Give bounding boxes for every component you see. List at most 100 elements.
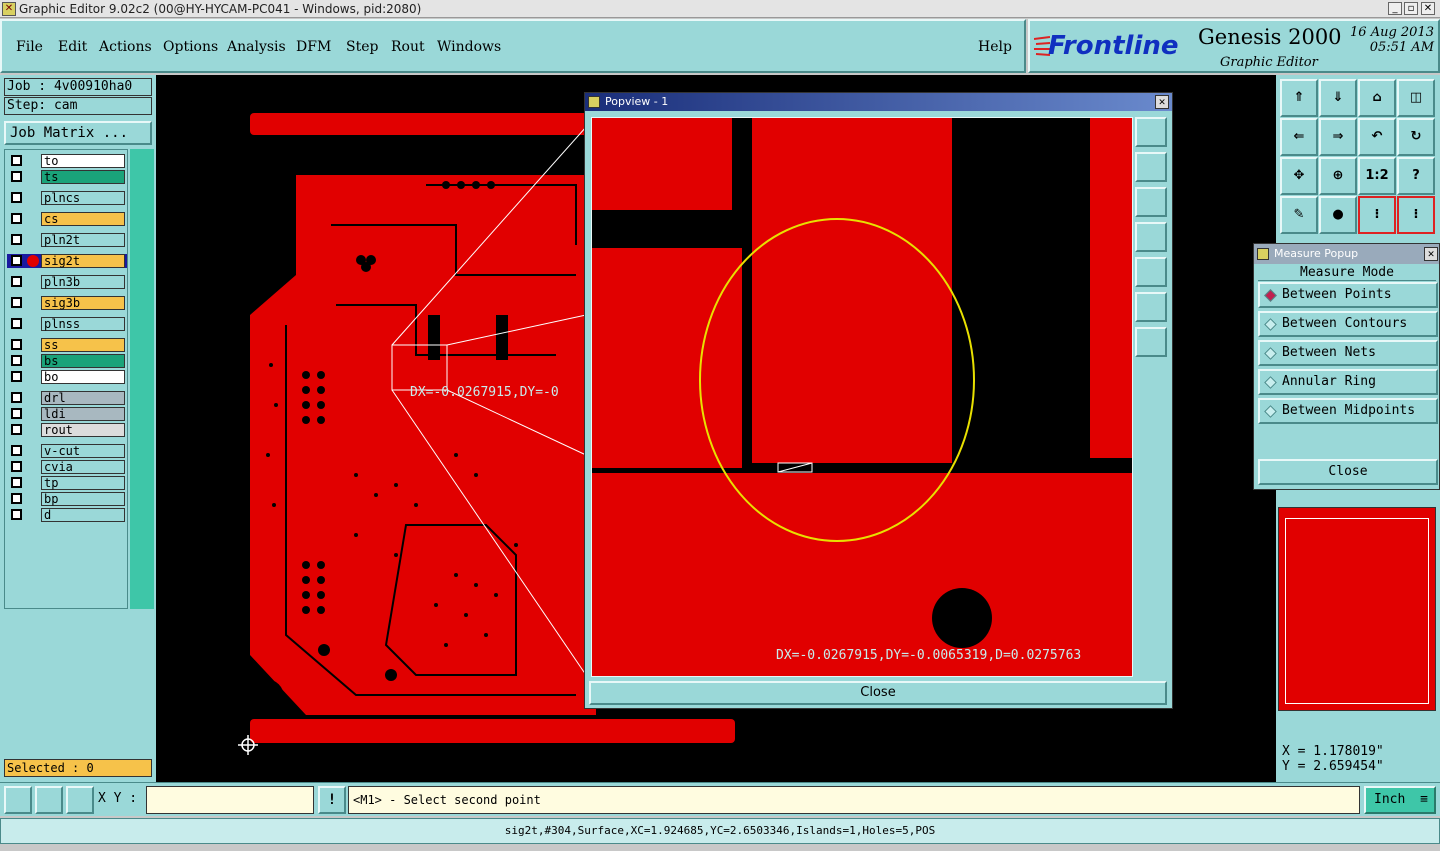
home-down-icon[interactable]: ⇓ — [1319, 79, 1357, 117]
measure-annular-ring[interactable]: Annular Ring — [1258, 369, 1438, 395]
menu-analysis[interactable]: Analysis — [227, 39, 286, 55]
job-matrix-button[interactable]: Job Matrix ... — [4, 121, 152, 145]
layer-row-v-cut[interactable]: v-cut — [7, 444, 127, 458]
layer-checkbox[interactable] — [11, 392, 22, 403]
tools-icon[interactable]: ✎ — [1280, 196, 1318, 234]
measure-close-icon[interactable]: ✕ — [1424, 247, 1438, 261]
measure-between-points[interactable]: Between Points — [1258, 282, 1438, 308]
layer-row-ldi[interactable]: ldi — [7, 407, 127, 421]
layer-row-plnss[interactable]: plnss — [7, 317, 127, 331]
close-icon[interactable]: ✕ — [1421, 2, 1435, 15]
minimize-icon[interactable]: _ — [1388, 2, 1402, 15]
layer-row-pln2t[interactable]: pln2t — [7, 233, 127, 247]
measure-tool-icon[interactable] — [35, 786, 63, 814]
warning-button[interactable]: ! — [318, 786, 346, 814]
popview-tool-zoom-icon[interactable] — [1135, 117, 1167, 147]
layer-name: pln3b — [41, 275, 125, 289]
layer-row-tp[interactable]: tp — [7, 476, 127, 490]
layer-row-bs[interactable]: bs — [7, 354, 127, 368]
menu-edit[interactable]: Edit — [58, 39, 87, 55]
layer-row-drl[interactable]: drl — [7, 391, 127, 405]
layer-scroll-strip[interactable] — [130, 149, 154, 609]
layer-checkbox[interactable] — [11, 408, 22, 419]
layer-row-ss[interactable]: ss — [7, 338, 127, 352]
layer-checkbox[interactable] — [11, 255, 22, 266]
units-select[interactable]: Inch ≡ — [1364, 786, 1436, 814]
layer-checkbox[interactable] — [11, 318, 22, 329]
layer-checkbox[interactable] — [11, 493, 22, 504]
help-button[interactable]: ? — [1397, 157, 1435, 195]
popview-tool-fit-icon[interactable] — [1135, 292, 1167, 322]
window-split-icon[interactable]: ◫ — [1397, 79, 1435, 117]
layer-checkbox[interactable] — [11, 339, 22, 350]
layer-row-cs[interactable]: cs — [7, 212, 127, 226]
layer-row-bp[interactable]: bp — [7, 492, 127, 506]
layer-checkbox[interactable] — [11, 371, 22, 382]
pan-right-icon[interactable]: ⇒ — [1319, 118, 1357, 156]
layers-toggle-icon[interactable]: ⁝ — [1358, 196, 1396, 234]
layer-checkbox[interactable] — [11, 424, 22, 435]
layer-checkbox[interactable] — [11, 297, 22, 308]
layer-checkbox[interactable] — [11, 445, 22, 456]
zoom-center-icon[interactable]: ⊕ — [1319, 157, 1357, 195]
layer-checkbox[interactable] — [11, 234, 22, 245]
overview-minimap[interactable] — [1278, 507, 1436, 711]
zoom-fit-icon[interactable]: ✥ — [1280, 157, 1318, 195]
layer-row-to[interactable]: to — [7, 154, 127, 168]
snap-tool-icon[interactable] — [4, 786, 32, 814]
layer-checkbox[interactable] — [11, 355, 22, 366]
layer-row-cvia[interactable]: cvia — [7, 460, 127, 474]
layer-checkbox[interactable] — [11, 509, 22, 520]
layer-checkbox[interactable] — [11, 171, 22, 182]
menu-windows[interactable]: Windows — [437, 39, 501, 55]
layer-row-sig2t[interactable]: sig2t — [7, 254, 127, 268]
menu-rout[interactable]: Rout — [391, 39, 425, 55]
layer-checkbox[interactable] — [11, 461, 22, 472]
redraw-icon[interactable]: ↻ — [1397, 118, 1435, 156]
menu-step[interactable]: Step — [346, 39, 378, 55]
zoom-ratio-button[interactable]: 1:2 — [1358, 157, 1396, 195]
layer-row-bo[interactable]: bo — [7, 370, 127, 384]
measure-close-button[interactable]: Close — [1258, 459, 1438, 485]
layer-checkbox[interactable] — [11, 155, 22, 166]
menu-help[interactable]: Help — [978, 39, 1012, 55]
layer-row-ts[interactable]: ts — [7, 170, 127, 184]
menu-file[interactable]: File — [16, 39, 43, 55]
layer-row-pln3b[interactable]: pln3b — [7, 275, 127, 289]
home-icon[interactable]: ⌂ — [1358, 79, 1396, 117]
popview-tool-left-icon[interactable] — [1135, 222, 1167, 252]
measure-between-midpoints[interactable]: Between Midpoints — [1258, 398, 1438, 424]
layer-checkbox[interactable] — [11, 213, 22, 224]
home-up-icon[interactable]: ⇑ — [1280, 79, 1318, 117]
menu-options[interactable]: Options — [163, 39, 218, 55]
popview-close-button[interactable]: Close — [589, 681, 1167, 705]
grid-tool-icon[interactable] — [66, 786, 94, 814]
layer-checkbox[interactable] — [11, 276, 22, 287]
layer-row-sig3b[interactable]: sig3b — [7, 296, 127, 310]
popview-tool-up-icon[interactable] — [1135, 152, 1167, 182]
layers-toggle-alt-icon[interactable]: ⁝ — [1397, 196, 1435, 234]
measure-between-nets[interactable]: Between Nets — [1258, 340, 1438, 366]
popview-tool-right-icon[interactable] — [1135, 257, 1167, 287]
pan-left-icon[interactable]: ⇐ — [1280, 118, 1318, 156]
layer-name: drl — [41, 391, 125, 405]
layer-row-d[interactable]: d — [7, 508, 127, 522]
layer-row-plncs[interactable]: plncs — [7, 191, 127, 205]
popview-canvas[interactable]: DX=-0.0267915,DY=-0.0065319,D=0.0275763 — [591, 117, 1133, 677]
popview-tool-down-icon[interactable] — [1135, 187, 1167, 217]
layer-row-rout[interactable]: rout — [7, 423, 127, 437]
layer-checkbox[interactable] — [11, 192, 22, 203]
pad-icon[interactable]: ● — [1319, 196, 1357, 234]
maximize-icon[interactable]: ▫ — [1404, 2, 1418, 15]
popview-tool-center-icon[interactable] — [1135, 327, 1167, 357]
layer-checkbox[interactable] — [11, 477, 22, 488]
popview-close-icon[interactable]: ✕ — [1155, 95, 1169, 109]
measure-popup: Measure Popup ✕ Measure Mode Between Poi… — [1253, 243, 1440, 490]
measure-mode-header: Measure Mode — [1258, 265, 1436, 281]
undo-icon[interactable]: ↶ — [1358, 118, 1396, 156]
measure-between-contours[interactable]: Between Contours — [1258, 311, 1438, 337]
menu-dfm[interactable]: DFM — [296, 39, 331, 55]
menu-actions[interactable]: Actions — [99, 39, 152, 55]
xy-input[interactable] — [146, 786, 314, 814]
status-line: sig2t,#304,Surface,XC=1.924685,YC=2.6503… — [0, 818, 1440, 844]
